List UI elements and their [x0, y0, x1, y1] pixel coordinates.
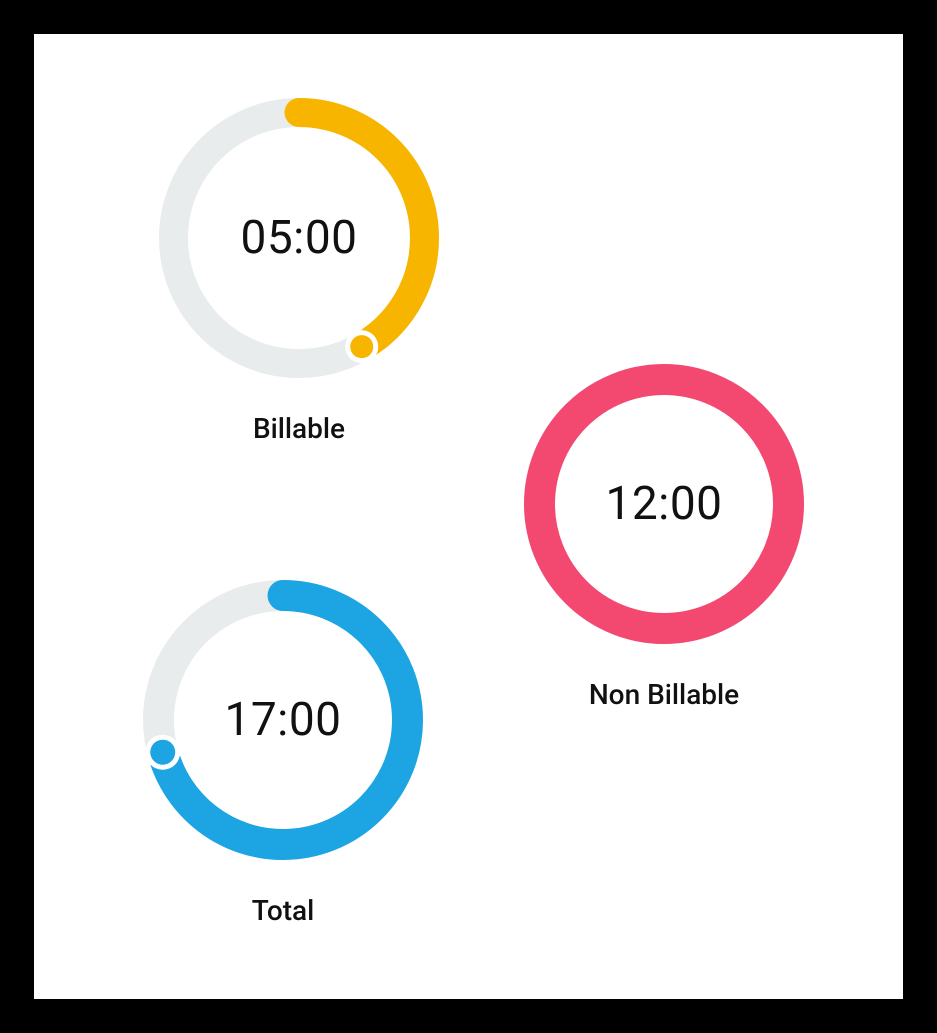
gauge-non_billable-label: Non Billable — [524, 678, 804, 711]
frame: 05:00Billable 12:00Non Billable 17:00Total — [0, 0, 937, 1033]
gauge-total: 17:00Total — [143, 580, 423, 927]
gauge-billable-label: Billable — [159, 412, 439, 445]
gauge-billable: 05:00Billable — [159, 98, 439, 445]
gauge-non_billable-ring — [524, 364, 804, 644]
gauge-total-ring — [143, 580, 423, 860]
gauge-billable-ring — [159, 98, 439, 378]
gauge-total-label: Total — [143, 894, 423, 927]
gauge-non_billable: 12:00Non Billable — [524, 364, 804, 711]
chart-canvas: 05:00Billable 12:00Non Billable 17:00Total — [34, 34, 903, 999]
